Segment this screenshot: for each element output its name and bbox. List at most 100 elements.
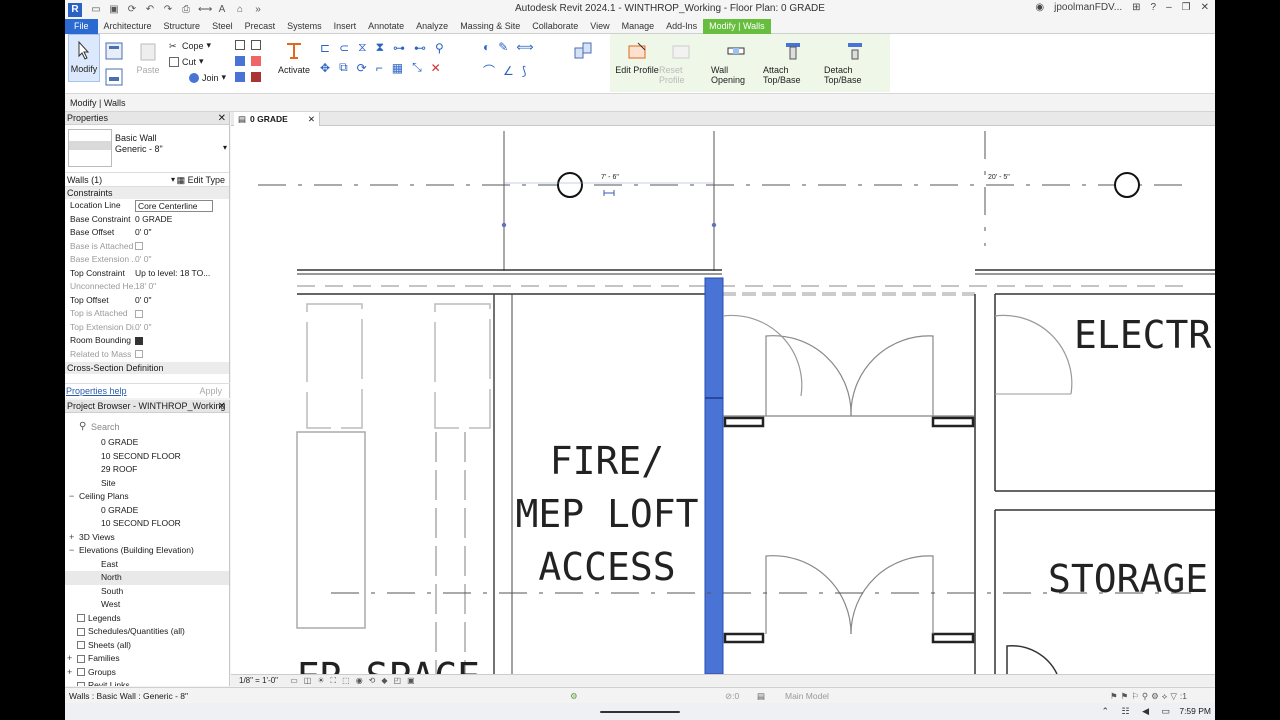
property-row[interactable]: Top Extension Di... 0' 0" — [65, 321, 229, 335]
cross-section-section[interactable]: Cross-Section Definition — [65, 362, 229, 374]
design-options-icon[interactable]: ▤ — [757, 688, 765, 704]
move-icon[interactable]: ✥ — [320, 61, 330, 75]
door-swing-6[interactable] — [1006, 645, 1058, 674]
mirror-axis-icon[interactable]: ⧖ — [358, 40, 366, 55]
door-frame-3[interactable] — [723, 632, 765, 644]
minimize-icon[interactable]: – — [1166, 2, 1172, 13]
measure-icon[interactable]: ⟷ — [198, 4, 212, 15]
save-icon[interactable]: ▣ — [108, 4, 120, 15]
create-group-button[interactable] — [560, 36, 606, 65]
ribbon-tab-steel[interactable]: Steel — [206, 19, 239, 34]
property-row[interactable]: Top Constraint Up to level: 18 TO... — [65, 267, 229, 281]
ribbon-tab-collaborate[interactable]: Collaborate — [526, 19, 584, 34]
rotate-icon[interactable]: ⟳ — [357, 61, 367, 75]
property-value[interactable] — [135, 348, 213, 362]
ribbon-tab-analyze[interactable]: Analyze — [410, 19, 454, 34]
property-row[interactable]: Base is Attached — [65, 240, 229, 254]
door-swing-3[interactable] — [722, 314, 803, 397]
property-value[interactable]: 0 GRADE — [135, 213, 213, 227]
help-icon[interactable]: ? — [1151, 2, 1157, 13]
scale-icon[interactable]: ⤡ — [412, 60, 422, 75]
expand-icon[interactable]: + — [67, 666, 72, 680]
browser-item[interactable]: Schedules/Quantities (all) — [65, 625, 229, 639]
ribbon-tab-annotate[interactable]: Annotate — [362, 19, 410, 34]
property-value[interactable]: 0' 0" — [135, 294, 213, 308]
dimension-icon[interactable]: ⟺ — [516, 40, 533, 54]
activate-button[interactable]: Activate — [278, 36, 310, 75]
cart-icon[interactable]: ⊞ — [1132, 2, 1140, 13]
room-label-fire-1[interactable]: FIRE/ — [550, 439, 664, 483]
browser-item[interactable]: 10 SECOND FLOOR — [65, 517, 229, 531]
dimension-right-text[interactable]: 20' - 5" — [988, 174, 1010, 181]
property-value[interactable]: 0' 0" — [135, 253, 213, 267]
ribbon-tab-structure[interactable]: Structure — [158, 19, 207, 34]
property-row[interactable]: Base Constraint 0 GRADE — [65, 213, 229, 227]
text-icon[interactable]: A — [216, 4, 228, 15]
browser-item[interactable]: West — [65, 598, 229, 612]
browser-item[interactable]: − Elevations (Building Elevation) — [65, 544, 229, 558]
expand-icon[interactable]: + — [67, 652, 72, 666]
chevron-down-icon[interactable]: ▾ — [223, 143, 227, 152]
trim-icon[interactable]: ⌐ — [376, 61, 383, 75]
browser-item[interactable]: + Groups — [65, 666, 229, 680]
ribbon-tab-architecture[interactable]: Architecture — [98, 19, 158, 34]
view-tab-0-grade[interactable]: ▤ 0 GRADE ✕ — [234, 112, 320, 126]
selected-wall[interactable] — [704, 277, 724, 674]
copy-element-icon[interactable]: ⧉ — [339, 60, 348, 75]
delete-icon[interactable]: ✕ — [431, 61, 441, 75]
taskbar-handle[interactable] — [600, 711, 680, 713]
edit-profile-button[interactable]: Edit Profile — [615, 36, 659, 75]
browser-item[interactable]: South — [65, 585, 229, 599]
user-icon[interactable]: ◉ — [1035, 2, 1044, 13]
property-row[interactable]: Top Offset 0' 0" — [65, 294, 229, 308]
dimension-grip-left[interactable] — [501, 222, 507, 228]
grid-bubble-1[interactable] — [557, 172, 583, 198]
cope-button[interactable]: ✂ Cope ▾ — [169, 40, 211, 51]
door-swing-electric[interactable] — [994, 314, 1073, 395]
properties-help-link[interactable]: Properties help — [66, 386, 127, 396]
properties-toggle-button[interactable] — [102, 36, 126, 65]
revit-logo[interactable]: R — [68, 2, 82, 17]
grid-bubble-2[interactable] — [1114, 172, 1140, 198]
property-row[interactable]: Room Bounding — [65, 334, 229, 348]
edit-type-button[interactable]: ▦ Edit Type — [177, 173, 225, 187]
dimension-left-text[interactable]: 7' - 6" — [601, 174, 619, 181]
property-value[interactable] — [135, 334, 213, 348]
browser-item[interactable]: Site — [65, 477, 229, 491]
door-swing-5[interactable] — [850, 555, 934, 635]
room-label-partial[interactable]: ER SPACE — [297, 655, 480, 674]
mirror-draw-icon[interactable]: ⧗ — [376, 40, 384, 55]
browser-item[interactable]: 10 SECOND FLOOR — [65, 450, 229, 464]
redo-icon[interactable]: ↷ — [162, 4, 174, 15]
property-row[interactable]: Unconnected He... 18' 0" — [65, 280, 229, 294]
property-row[interactable]: Base Extension ... 0' 0" — [65, 253, 229, 267]
restore-icon[interactable]: ❐ — [1182, 2, 1191, 13]
property-row[interactable]: Location Line Core Centerline — [65, 199, 229, 213]
browser-item[interactable]: Sheets (all) — [65, 639, 229, 653]
browser-search-input[interactable]: ⚲ Search — [65, 418, 229, 436]
property-checkbox[interactable] — [135, 350, 143, 359]
browser-item[interactable]: 0 GRADE — [65, 504, 229, 518]
door-frame-2[interactable] — [931, 416, 975, 428]
room-outline-c[interactable] — [296, 431, 366, 629]
ribbon-tab-modify-walls[interactable]: Modify | Walls — [703, 18, 771, 34]
collapse-icon[interactable]: − — [69, 490, 74, 504]
dimension-drag-icon[interactable] — [603, 190, 615, 196]
align-icon[interactable]: ⊏ — [320, 41, 330, 55]
modify-button[interactable]: Modify — [68, 34, 100, 82]
measure-tool-icon[interactable]: ∠ — [503, 64, 514, 78]
dimension-grip-right[interactable] — [711, 222, 717, 228]
expand-icon[interactable]: + — [69, 531, 74, 545]
room-outline-a[interactable] — [306, 303, 363, 429]
more-icon[interactable]: » — [252, 4, 264, 15]
room-outline-b[interactable] — [434, 303, 491, 429]
wall-opening-button[interactable]: Wall Opening — [711, 36, 761, 85]
copy-icon[interactable] — [235, 40, 245, 50]
offset-icon[interactable]: ⊂ — [339, 41, 349, 55]
print-icon[interactable]: ⎙ — [180, 4, 192, 15]
property-value[interactable] — [135, 307, 213, 321]
door-frame-1[interactable] — [723, 416, 765, 428]
paint-icon[interactable] — [235, 72, 245, 82]
property-checkbox[interactable] — [135, 336, 143, 345]
array-icon[interactable]: ▦ — [392, 61, 403, 75]
